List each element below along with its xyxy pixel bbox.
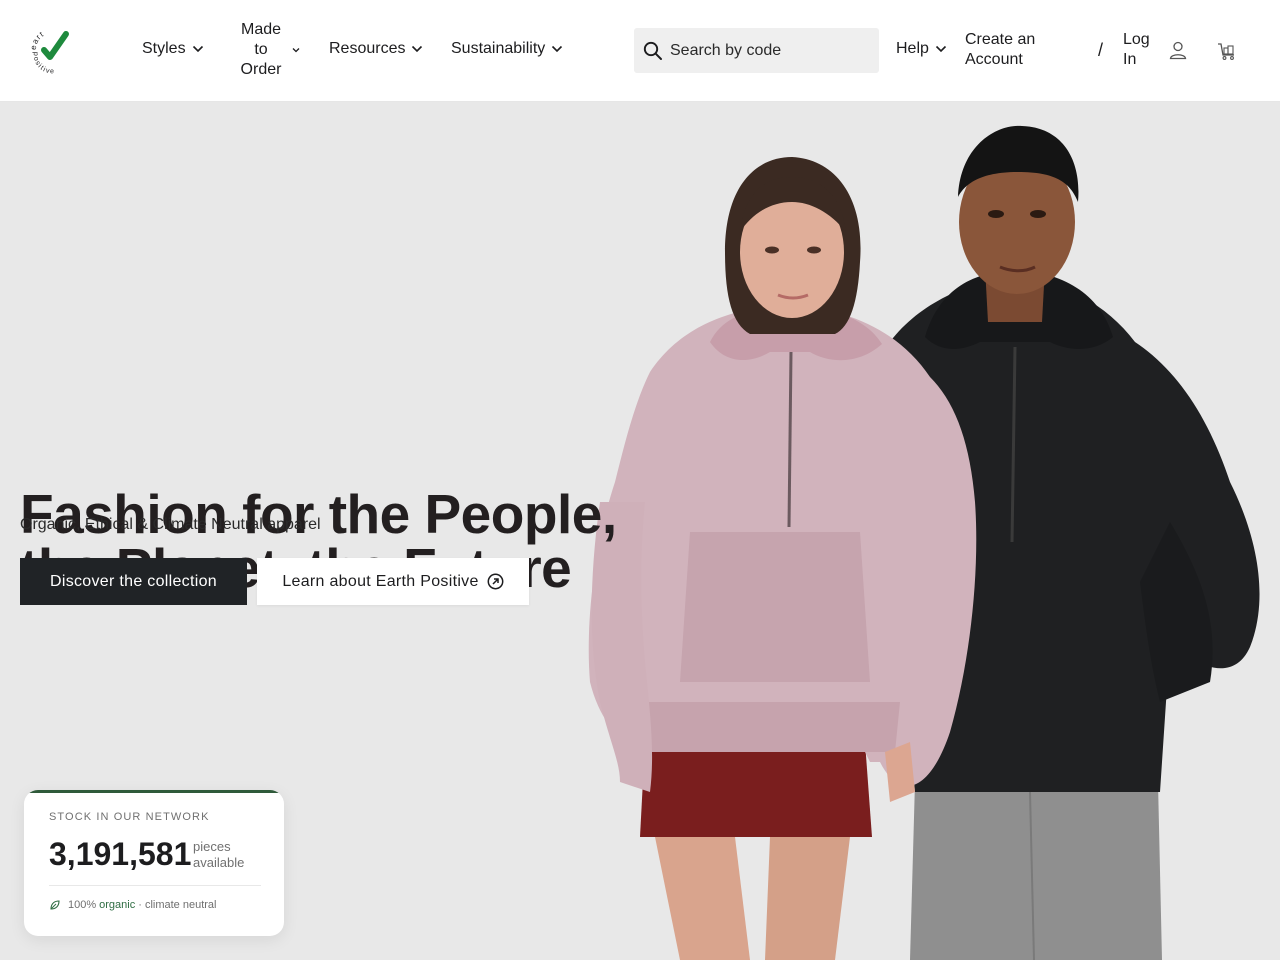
nav-resources-label: Resources [329,40,406,57]
nav-styles-label: Styles [142,40,186,57]
nav-made-line-1: Made [240,21,282,38]
search-bar[interactable] [634,28,879,73]
learn-earth-positive-button[interactable]: Learn about Earth Positive [257,558,529,605]
nav-made-line-2: to [254,41,268,58]
nav-made-to-order[interactable]: Made to Order [236,20,300,80]
chevron-down-icon [292,47,300,53]
stock-card-accent-bar [24,790,284,793]
stock-unit: pieces available [193,839,253,871]
login-line-1: Log [1123,31,1150,48]
search-icon[interactable] [642,40,664,62]
account-separator: / [1098,40,1104,60]
earth-positive-logo[interactable]: eart positive [26,24,78,76]
chevron-down-icon [551,45,563,53]
hero-subline: Organic, Ethical & Climate Neutral appar… [20,516,321,533]
nav-help[interactable]: Help [896,40,947,58]
stock-foot-prefix: 100% [68,899,97,911]
nav-sustainability[interactable]: Sustainability [451,40,563,58]
leaf-icon [49,899,61,911]
login-line-2: In [1123,51,1137,68]
create-account-line-1: Create an [965,31,1036,48]
chevron-down-icon [935,45,947,53]
chevron-down-icon [192,45,204,53]
arrow-up-right-circle-icon [487,573,504,590]
stock-label: STOCK IN OUR NETWORK [49,811,210,823]
site-header: eart positive Styles Made to Order Resou… [0,0,1280,102]
stock-value: 3,191,581 [49,836,192,872]
nav-made-line-3: Order [240,61,282,78]
cart-icon[interactable] [1216,40,1238,62]
stock-foot-organic: organic [99,899,136,911]
stock-foot-suffix: · climate neutral [138,899,217,911]
nav-made-to-order-label: Made to Order [236,20,286,80]
user-icon[interactable] [1168,40,1188,60]
stock-divider [49,885,261,886]
nav-help-label: Help [896,40,929,57]
create-account-line-2: Account [965,51,1023,68]
stock-unit-line-1: pieces [193,839,231,854]
login-link[interactable]: Log In [1123,30,1153,70]
search-input[interactable] [670,41,870,60]
hero-models-image [588,125,1260,960]
nav-styles[interactable]: Styles [142,40,204,58]
nav-resources[interactable]: Resources [329,40,423,58]
discover-collection-button[interactable]: Discover the collection [20,558,247,605]
chevron-down-icon [411,45,423,53]
stock-unit-line-2: available [193,855,245,870]
stock-footnote: 100% organic · climate neutral [49,899,216,911]
learn-earth-positive-label: Learn about Earth Positive [282,572,479,590]
create-account-link[interactable]: Create an Account [965,30,1061,70]
stock-card: STOCK IN OUR NETWORK 3,191,581 pieces av… [24,790,284,936]
nav-sustainability-label: Sustainability [451,40,546,57]
